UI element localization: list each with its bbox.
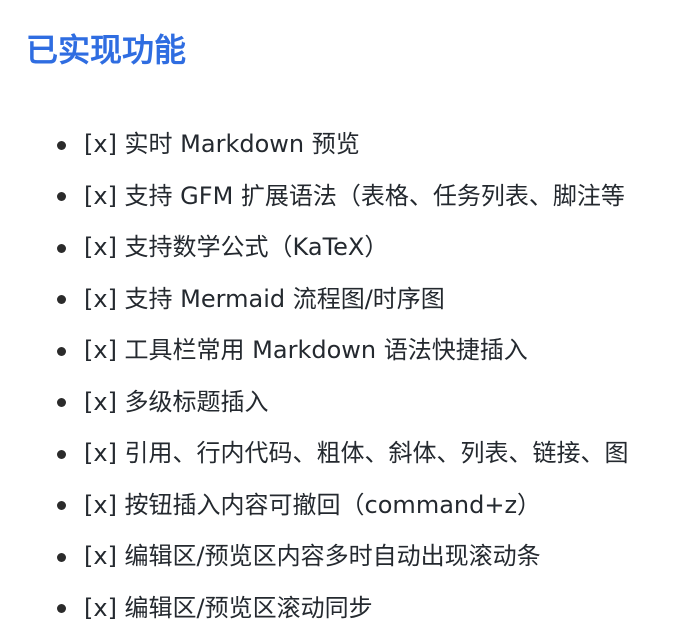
- section-heading: 已实现功能: [26, 31, 187, 69]
- list-item-text: [x] 支持 Mermaid 流程图/时序图: [84, 284, 445, 313]
- list-item: [x] 按钮插入内容可撤回（command+z）: [0, 480, 690, 532]
- list-item-text: [x] 实时 Markdown 预览: [84, 130, 360, 158]
- markdown-preview: 已实现功能 [x] 实时 Markdown 预览 [x] 支持 GFM 扩展语法…: [0, 0, 690, 638]
- list-item: [x] 引用、行内代码、粗体、斜体、列表、链接、图: [0, 428, 690, 480]
- bullet-icon: [57, 449, 66, 459]
- bullet-icon: [57, 346, 66, 356]
- bullet-icon: [57, 552, 66, 562]
- list-item: [x] 编辑区/预览区滚动同步: [0, 583, 690, 635]
- list-item: [x] 支持 GFM 扩展语法（表格、任务列表、脚注等: [0, 171, 690, 223]
- bullet-icon: [57, 295, 66, 304]
- list-item-text: [x] 工具栏常用 Markdown 语法快捷插入: [84, 336, 528, 364]
- list-item: [x] 工具栏常用 Markdown 语法快捷插入: [0, 325, 690, 377]
- bullet-icon: [57, 140, 66, 150]
- list-item: [x] 编辑区/预览区内容多时自动出现滚动条: [0, 531, 690, 583]
- list-item: [x] 实时 Markdown 预览: [0, 119, 690, 171]
- list-item: [x] 支持 Mermaid 流程图/时序图: [0, 274, 690, 326]
- bullet-icon: [57, 192, 66, 201]
- list-item-text: [x] 支持 GFM 扩展语法（表格、任务列表、脚注等: [84, 181, 625, 210]
- list-item-text: [x] 编辑区/预览区滚动同步: [84, 593, 373, 622]
- list-item-text: [x] 支持数学公式（KaTeX）: [84, 233, 389, 261]
- bullet-icon: [57, 604, 66, 613]
- list-item-text: [x] 多级标题插入: [84, 387, 269, 416]
- bullet-icon: [57, 398, 66, 407]
- list-item: [x] 支持数学公式（KaTeX）: [0, 222, 690, 274]
- bullet-icon: [57, 501, 66, 510]
- feature-list: [x] 实时 Markdown 预览 [x] 支持 GFM 扩展语法（表格、任务…: [0, 119, 690, 634]
- list-item: [x] 多级标题插入: [0, 377, 690, 429]
- bullet-icon: [57, 243, 66, 253]
- list-item-text: [x] 引用、行内代码、粗体、斜体、列表、链接、图: [84, 439, 629, 467]
- list-item-text: [x] 编辑区/预览区内容多时自动出现滚动条: [84, 542, 541, 570]
- list-item-text: [x] 按钮插入内容可撤回（command+z）: [84, 490, 542, 519]
